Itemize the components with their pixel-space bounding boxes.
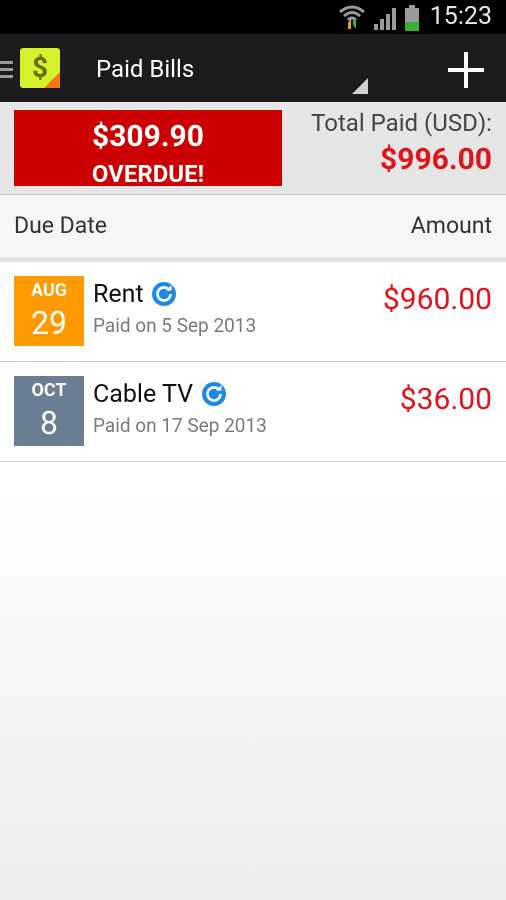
wifi-icon	[339, 5, 365, 29]
bill-list: AUG 29 Rent Paid on 5 Sep 2013 $960.00 O…	[0, 262, 506, 900]
repeat-icon	[152, 282, 176, 306]
bill-amount: $36.00	[399, 382, 492, 417]
menu-icon[interactable]	[0, 60, 13, 78]
bill-name: Cable TV	[93, 380, 193, 409]
bill-name: Rent	[93, 280, 144, 309]
summary-bar: $309.90 OVERDUE! Total Paid (USD): $996.…	[0, 102, 506, 195]
paid-on-date: Paid on 5 Sep 2013	[93, 314, 257, 337]
spinner-dropdown-icon[interactable]	[352, 78, 368, 94]
column-header: Due Date Amount	[0, 195, 506, 262]
add-bill-button[interactable]	[444, 48, 488, 92]
total-paid-amount: $996.00	[380, 142, 492, 177]
logo-corner-fold	[44, 72, 60, 88]
bill-row-cable-tv[interactable]: OCT 8 Cable TV Paid on 17 Sep 2013 $36.0…	[0, 362, 506, 462]
total-paid-label: Total Paid (USD):	[311, 109, 492, 137]
signal-icon	[374, 8, 396, 30]
amount-column-header[interactable]: Amount	[411, 211, 492, 241]
due-date-tile: OCT 8	[14, 376, 84, 446]
due-date-column-header[interactable]: Due Date	[14, 211, 107, 241]
page-title[interactable]: Paid Bills	[96, 54, 194, 84]
action-bar: $ Paid Bills	[0, 34, 506, 102]
due-month: OCT	[31, 380, 67, 401]
overdue-label: OVERDUE!	[91, 160, 205, 188]
battery-icon	[405, 5, 419, 31]
due-day: 8	[40, 404, 58, 442]
overdue-amount: $309.90	[92, 119, 204, 154]
due-month: AUG	[30, 280, 68, 301]
app-logo-icon[interactable]: $	[20, 48, 60, 88]
bill-row-rent[interactable]: AUG 29 Rent Paid on 5 Sep 2013 $960.00	[0, 262, 506, 362]
status-time: 15:23	[429, 2, 492, 31]
due-day: 29	[31, 304, 67, 342]
repeat-icon	[202, 382, 226, 406]
status-bar: 15:23	[0, 0, 506, 34]
due-date-tile: AUG 29	[14, 276, 84, 346]
paid-on-date: Paid on 17 Sep 2013	[93, 414, 267, 437]
bill-amount: $960.00	[382, 282, 492, 317]
overdue-summary[interactable]: $309.90 OVERDUE!	[14, 110, 282, 188]
